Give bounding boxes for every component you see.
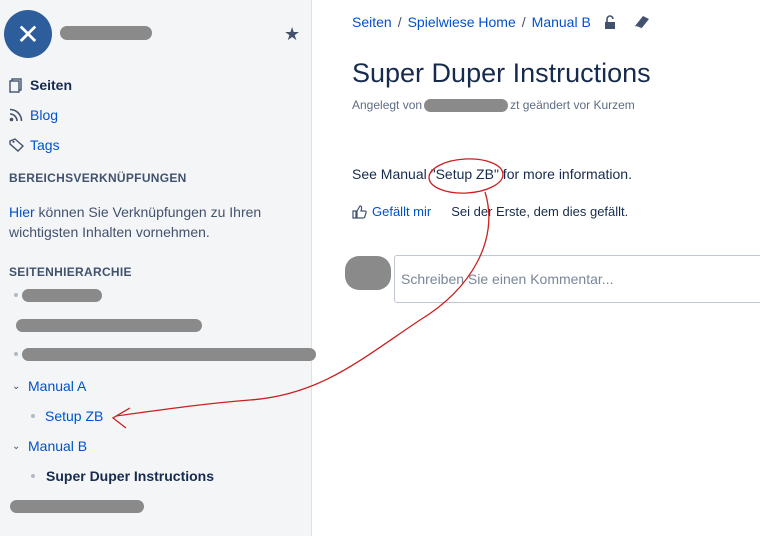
space-name-redacted xyxy=(60,26,152,40)
shortcuts-heading: BEREICHSVERKNÜPFUNGEN xyxy=(9,171,187,185)
byline-suffix: zt geändert vor Kurzem xyxy=(510,98,635,112)
bullet-icon xyxy=(31,414,35,418)
author-redacted[interactable] xyxy=(424,98,509,112)
like-label: Gefällt mir xyxy=(372,204,432,219)
star-icon[interactable]: ★ xyxy=(284,24,300,45)
sidebar-item-label: Seiten xyxy=(30,77,73,93)
shortcuts-hint-text: können Sie Verknüpfungen zu Ihren wichti… xyxy=(9,204,262,240)
page-title: Super Duper Instructions xyxy=(352,58,651,88)
body-text-before: See Manual xyxy=(352,166,431,182)
bullet-icon xyxy=(14,293,18,297)
like-note: Sei der Erste, dem dies gefällt. xyxy=(451,204,629,219)
like-button[interactable]: Gefällt mir xyxy=(352,204,431,219)
tree-item-setup-zb[interactable]: Setup ZB xyxy=(31,405,103,427)
tree-item-super-duper-instructions[interactable]: Super Duper Instructions xyxy=(31,465,214,487)
setup-zb-link[interactable]: "Setup ZB" xyxy=(431,166,499,182)
main-content: Seiten / Spielwiese Home / Manual B Supe… xyxy=(313,0,760,536)
page-byline: Angelegt von zt geändert vor Kurzem xyxy=(352,98,635,112)
bullet-icon xyxy=(31,474,35,478)
sidebar-item-blog[interactable]: Blog xyxy=(8,103,298,127)
breadcrumb-manual-b[interactable]: Manual B xyxy=(532,14,591,30)
redacted-label[interactable] xyxy=(16,319,202,332)
shortcuts-here-link[interactable]: Hier xyxy=(9,204,35,220)
shortcuts-hint: Hier können Sie Verknüpfungen zu Ihren w… xyxy=(9,202,299,242)
unlock-icon[interactable] xyxy=(603,14,617,30)
page-body: See Manual "Setup ZB" for more informati… xyxy=(352,166,632,182)
breadcrumb: Seiten / Spielwiese Home / Manual B xyxy=(352,12,651,32)
tree-item-label[interactable]: Manual A xyxy=(28,378,86,394)
tree-item-manual-b[interactable]: ⌄ Manual B xyxy=(12,435,87,457)
hierarchy-heading: SEITENHIERARCHIE xyxy=(9,265,132,279)
sidebar-item-tags[interactable]: Tags xyxy=(8,133,298,157)
space-header: ✕ ★ xyxy=(4,10,304,62)
byline-prefix: Angelegt von xyxy=(352,98,423,112)
tree-item-manual-a[interactable]: ⌄ Manual A xyxy=(12,375,86,397)
space-logo[interactable]: ✕ xyxy=(4,10,52,58)
space-logo-icon: ✕ xyxy=(16,17,40,51)
chevron-down-icon[interactable]: ⌄ xyxy=(12,441,28,452)
avatar xyxy=(345,256,391,290)
breadcrumb-space-home[interactable]: Spielwiese Home xyxy=(408,14,516,30)
breadcrumb-separator: / xyxy=(521,14,526,30)
breadcrumb-separator: / xyxy=(397,14,402,30)
comment-input[interactable] xyxy=(394,255,760,303)
tree-item-label[interactable]: Super Duper Instructions xyxy=(46,468,214,484)
tree-item-label[interactable]: Manual B xyxy=(28,438,87,454)
redacted-label xyxy=(22,289,102,302)
pages-icon xyxy=(8,77,24,93)
tree-item-label[interactable]: Setup ZB xyxy=(45,408,103,424)
breadcrumb-pages[interactable]: Seiten xyxy=(352,14,392,30)
sidebar-item-label: Blog xyxy=(30,107,59,123)
like-row: Gefällt mir Sei der Erste, dem dies gefä… xyxy=(352,204,628,219)
bullet-icon xyxy=(14,352,18,356)
rss-icon xyxy=(8,107,24,123)
book-icon[interactable] xyxy=(633,14,651,30)
body-text-after: for more information. xyxy=(498,166,632,182)
redacted-label[interactable] xyxy=(10,500,144,513)
sidebar-item-pages[interactable]: Seiten xyxy=(8,73,298,97)
thumbs-up-icon xyxy=(352,204,367,219)
sidebar-item-label: Tags xyxy=(30,137,60,153)
sidebar: ✕ ★ Seiten Blog Tags BEREICHSVERKNÜPFUNG… xyxy=(0,0,316,536)
tag-icon xyxy=(8,137,24,153)
chevron-down-icon[interactable]: ⌄ xyxy=(12,381,28,392)
redacted-label xyxy=(22,348,316,361)
